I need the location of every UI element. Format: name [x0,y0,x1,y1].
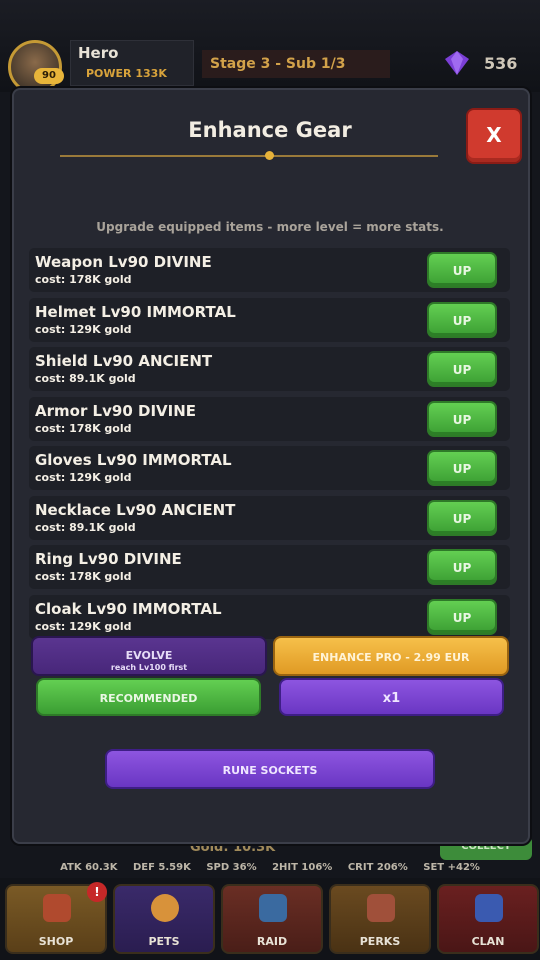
gear-row-cloak: Cloak Lv90 IMMORTAL cost: 129K gold UP [29,595,510,639]
evolve-label: EVOLVE [125,649,173,662]
upgrade-weapon-button[interactable]: UP [427,252,497,288]
stat-crit: CRIT 206% [347,862,408,873]
gear-row-weapon: Weapon Lv90 DIVINE cost: 178K gold UP [29,248,510,292]
nav-shop[interactable]: ! SHOP [5,882,107,954]
gem-count: 536 [484,54,518,73]
stage-indicator: Stage 3 - Sub 1/3 [202,50,390,78]
nav-pets-label: PETS [148,935,180,948]
clan-shield-icon [475,894,503,922]
gear-row-necklace: Necklace Lv90 ANCIENT cost: 89.1K gold U… [29,496,510,540]
dialog-subtitle: Upgrade equipped items - more level = mo… [96,220,444,234]
gear-row-shield: Shield Lv90 ANCIENT cost: 89.1K gold UP [29,347,510,391]
recommended-button[interactable]: RECOMMENDED [36,678,261,716]
multiplier-button[interactable]: x1 [279,678,504,716]
dialog-title: Enhance Gear [188,118,352,142]
stats-bar: ATK 60.3K DEF 5.59K SPD 36% 2HIT 106% CR… [0,862,540,878]
hero-power: POWER 133K [86,67,167,80]
upgrade-necklace-button[interactable]: UP [427,500,497,536]
gear-name: Shield Lv90 ANCIENT [35,352,213,370]
multiplier-label: x1 [382,691,401,706]
gear-row-helmet: Helmet Lv90 IMMORTAL cost: 129K gold UP [29,298,510,342]
title-divider-dot [265,151,274,160]
stat-2hit: 2HIT 106% [272,862,333,873]
stat-atk: ATK 60.3K [60,862,118,873]
upgrade-shield-button[interactable]: UP [427,351,497,387]
nav-clan[interactable]: CLAN [437,884,539,954]
shop-alert-badge: ! [87,882,107,902]
gear-name: Armor Lv90 DIVINE [35,402,197,420]
close-button[interactable]: X [466,108,522,164]
gear-cost: cost: 129K gold [35,323,132,336]
upgrade-cloak-button[interactable]: UP [427,599,497,635]
gear-name: Gloves Lv90 IMMORTAL [35,451,232,469]
title-divider [60,155,438,157]
gear-name: Helmet Lv90 IMMORTAL [35,303,236,321]
gear-name: Ring Lv90 DIVINE [35,550,182,568]
enhance-pro-label: ENHANCE PRO - 2.99 EUR [312,651,470,664]
paw-icon [151,894,179,922]
gear-cost: cost: 129K gold [35,471,132,484]
hero-name: Hero [78,44,119,62]
upgrade-gloves-button[interactable]: UP [427,450,497,486]
rune-sockets-button[interactable]: RUNE SOCKETS [105,749,435,789]
gear-row-gloves: Gloves Lv90 IMMORTAL cost: 129K gold UP [29,446,510,490]
upgrade-armor-button[interactable]: UP [427,401,497,437]
recommended-label: RECOMMENDED [99,692,198,705]
stat-def: DEF 5.59K [132,862,191,873]
gear-cost: cost: 178K gold [35,422,132,435]
gear-name: Necklace Lv90 ANCIENT [35,501,236,519]
chest-icon [367,894,395,922]
stat-set: SET +42% [423,862,480,873]
enhance-pro-button[interactable]: ENHANCE PRO - 2.99 EUR [273,636,509,676]
gear-cost: cost: 129K gold [35,620,132,633]
gear-row-armor: Armor Lv90 DIVINE cost: 178K gold UP [29,397,510,441]
gem-icon [445,51,469,75]
nav-raid[interactable]: RAID [221,884,323,954]
avatar-level-badge: 90 [34,68,64,84]
gear-cost: cost: 178K gold [35,570,132,583]
gear-cost: cost: 178K gold [35,273,132,286]
portal-icon [259,894,287,922]
nav-clan-label: CLAN [471,935,505,948]
gear-name: Weapon Lv90 DIVINE [35,253,212,271]
gear-cost: cost: 89.1K gold [35,521,136,534]
nav-raid-label: RAID [256,935,288,948]
hero-avatar[interactable] [8,40,62,94]
upgrade-helmet-button[interactable]: UP [427,302,497,338]
rune-sockets-label: RUNE SOCKETS [222,764,318,777]
nav-shop-label: SHOP [38,935,74,948]
evolve-requirement: reach Lv100 first [110,663,188,672]
stat-spd: SPD 36% [206,862,257,873]
evolve-button[interactable]: EVOLVE reach Lv100 first [31,636,267,676]
nav-perks-label: PERKS [359,935,401,948]
gear-cost: cost: 89.1K gold [35,372,136,385]
gear-row-ring: Ring Lv90 DIVINE cost: 178K gold UP [29,545,510,589]
nav-perks[interactable]: PERKS [329,884,431,954]
upgrade-ring-button[interactable]: UP [427,549,497,585]
gear-name: Cloak Lv90 IMMORTAL [35,600,222,618]
shop-bag-icon [43,894,71,922]
nav-pets[interactable]: PETS [113,884,215,954]
